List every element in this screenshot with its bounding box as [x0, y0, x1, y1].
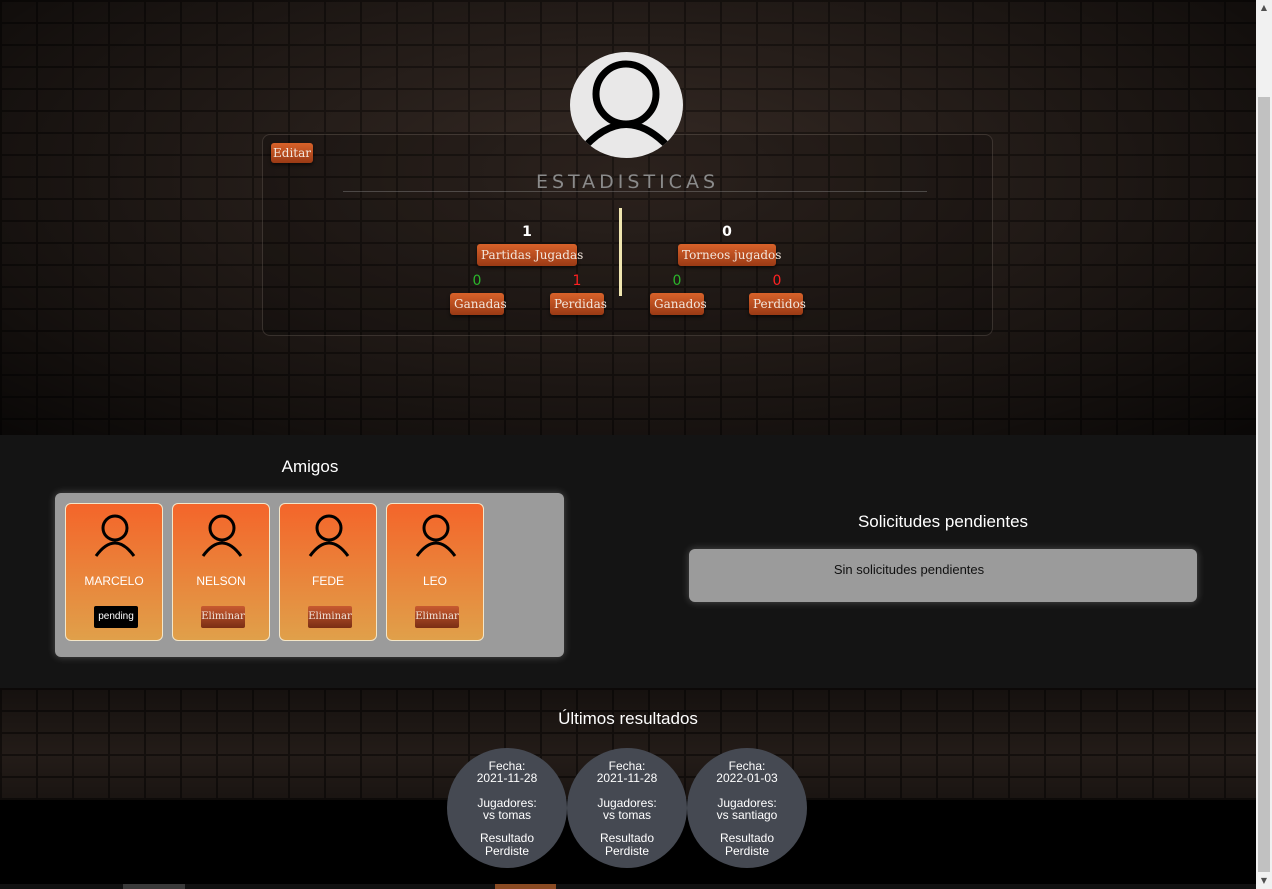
requests-empty-text: Sin solicitudes pendientes: [833, 562, 985, 577]
friends-list: MARCELO pending NELSON Eliminar FEDE Eli…: [55, 493, 564, 657]
matches-won-value: 0: [472, 273, 482, 289]
matches-played-button[interactable]: Partidas Jugadas: [477, 244, 583, 266]
bottom-strip: [0, 884, 1256, 889]
result-outcome: Perdiste: [484, 844, 530, 858]
friend-card[interactable]: NELSON Eliminar: [172, 503, 270, 641]
bottom-strip-segment: [123, 884, 185, 889]
result-card: Fecha: 2021-11-28 Jugadores: vs tomas Re…: [447, 748, 567, 868]
remove-friend-button[interactable]: Eliminar: [308, 606, 352, 628]
result-players: vs tomas: [482, 808, 531, 822]
user-avatar-icon: [570, 52, 683, 158]
result-players: vs santiago: [716, 808, 778, 822]
tournaments-lost-button[interactable]: Perdidos: [749, 293, 806, 315]
result-date: 2021-11-28: [476, 771, 538, 785]
friend-name: MARCELO: [84, 574, 144, 588]
scroll-up-icon[interactable]: ▲: [1256, 0, 1272, 16]
friend-name: LEO: [422, 574, 447, 588]
results-title: Últimos resultados: [558, 709, 698, 728]
tournaments-won-button[interactable]: Ganados: [650, 293, 707, 315]
matches-lost-button[interactable]: Perdidas: [550, 293, 607, 315]
friends-title: Amigos: [281, 457, 339, 476]
vertical-scrollbar[interactable]: ▲ ▼: [1256, 0, 1272, 889]
friends-section: Amigos MARCELO pending NELSON Eliminar F…: [0, 435, 1256, 688]
edit-button[interactable]: Editar: [271, 143, 313, 163]
friend-name: NELSON: [196, 574, 246, 588]
result-outcome: Perdiste: [724, 844, 770, 858]
matches-won-button[interactable]: Ganadas: [450, 293, 507, 315]
stats-divider-line: [343, 191, 927, 192]
result-date: 2021-11-28: [596, 771, 658, 785]
matches-lost-value: 1: [572, 273, 582, 289]
result-card: Fecha: 2022-01-03 Jugadores: vs santiago…: [687, 748, 807, 868]
stats-vertical-divider: [619, 208, 622, 296]
pending-button[interactable]: pending: [94, 606, 138, 628]
user-icon: [415, 514, 457, 557]
scrollbar-thumb[interactable]: [1258, 97, 1270, 872]
user-icon: [308, 514, 350, 557]
result-card: Fecha: 2021-11-28 Jugadores: vs tomas Re…: [567, 748, 687, 868]
friend-card[interactable]: LEO Eliminar: [386, 503, 484, 641]
stats-title: ESTADISTICAS: [535, 171, 720, 193]
friend-name: FEDE: [311, 574, 344, 588]
result-players: vs tomas: [602, 808, 651, 822]
result-outcome: Perdiste: [604, 844, 650, 858]
user-icon: [94, 514, 136, 557]
scroll-down-icon[interactable]: ▼: [1256, 873, 1272, 889]
matches-played-value: 1: [522, 224, 532, 240]
requests-title: Solicitudes pendientes: [857, 512, 1029, 531]
tournaments-lost-value: 0: [772, 273, 782, 289]
remove-friend-button[interactable]: Eliminar: [201, 606, 245, 628]
stats-panel: Editar ESTADISTICAS 1 Partidas Jugadas 0…: [262, 134, 993, 336]
tournaments-played-button[interactable]: Torneos jugados: [678, 244, 781, 266]
result-date: 2022-01-03: [716, 771, 778, 785]
tournaments-won-value: 0: [672, 273, 682, 289]
bottom-strip-segment: [495, 884, 556, 889]
tournaments-played-value: 0: [722, 224, 732, 240]
requests-list: Sin solicitudes pendientes: [689, 549, 1197, 602]
user-icon: [201, 514, 243, 557]
friend-card[interactable]: MARCELO pending: [65, 503, 163, 641]
friend-card[interactable]: FEDE Eliminar: [279, 503, 377, 641]
remove-friend-button[interactable]: Eliminar: [415, 606, 459, 628]
